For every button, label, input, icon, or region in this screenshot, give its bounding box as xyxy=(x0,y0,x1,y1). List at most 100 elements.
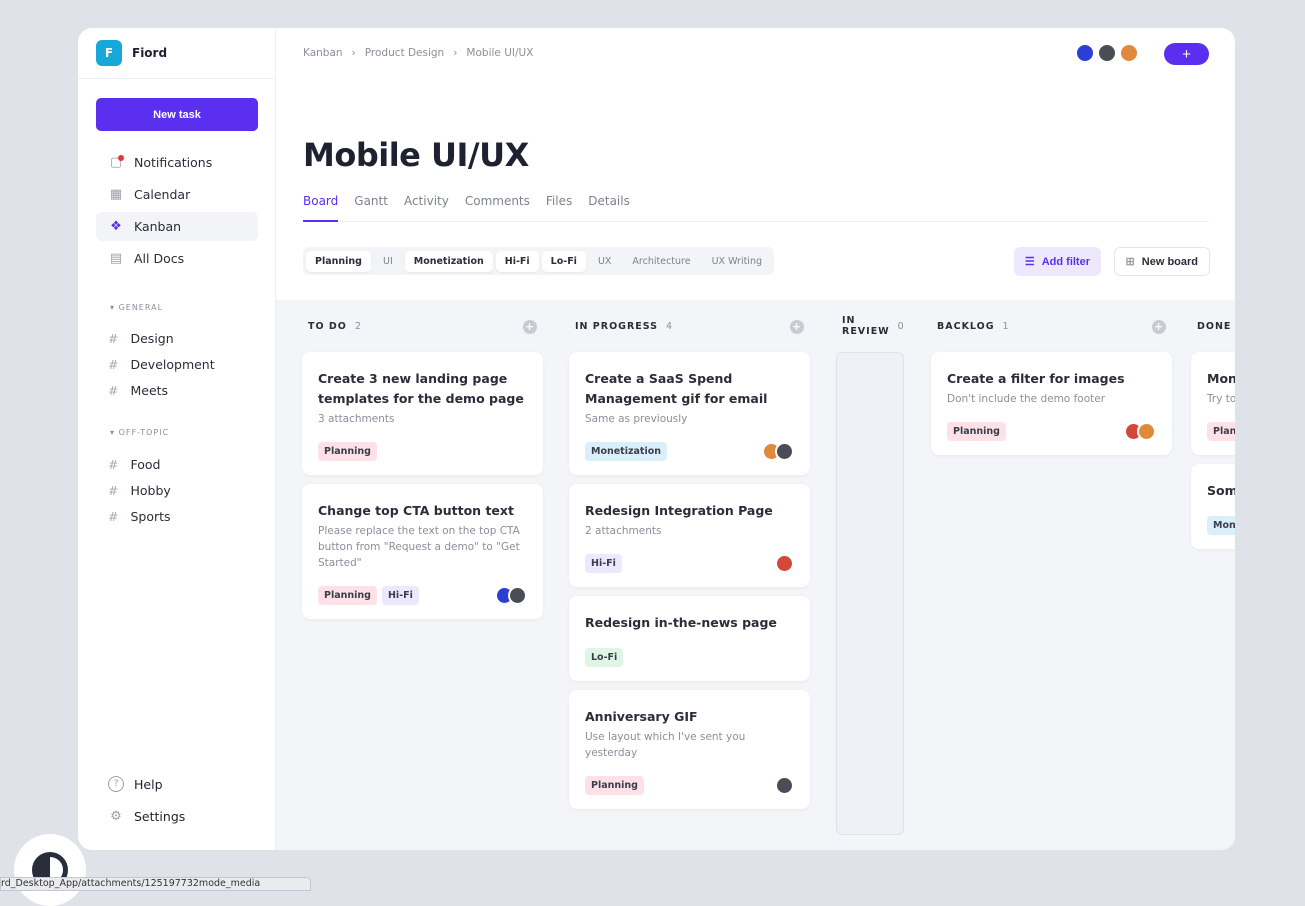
section-title: OFF-TOPIC xyxy=(118,428,170,437)
card-description: Don't include the demo footer xyxy=(947,393,1106,405)
filter-chip[interactable]: Hi-Fi xyxy=(495,250,539,272)
channel-label: Design xyxy=(130,331,174,346)
add-filter-label: Add filter xyxy=(1041,255,1090,268)
add-button[interactable]: + xyxy=(1164,43,1209,65)
task-card[interactable]: Som Monetization xyxy=(1191,464,1235,549)
tab-comments[interactable]: Comments xyxy=(465,194,530,222)
help-icon: ? xyxy=(108,776,124,792)
breadcrumb-item[interactable]: Product Design xyxy=(365,47,444,59)
add-card-icon[interactable]: + xyxy=(1152,320,1166,334)
filter-chip[interactable]: Lo-Fi xyxy=(541,250,586,272)
add-card-icon[interactable]: + xyxy=(790,320,804,334)
card-title: Anniversary GIF xyxy=(585,709,698,724)
task-card[interactable]: Redesign in-the-news page Lo-Fi xyxy=(569,596,810,681)
channel-development[interactable]: # Development xyxy=(108,357,215,372)
gear-icon: ⚙ xyxy=(110,808,122,824)
tag-planning: Planning xyxy=(585,775,644,795)
card-footer: Planning xyxy=(1207,421,1235,441)
card-footer: Planning xyxy=(947,421,1156,441)
member-avatars[interactable] xyxy=(1075,43,1139,63)
add-filter-button[interactable]: ☰ Add filter xyxy=(1013,247,1101,276)
new-task-button[interactable]: New task xyxy=(96,98,258,131)
filter-chip[interactable]: UX Writing xyxy=(703,251,771,272)
sidebar-item-all-docs[interactable]: ▤ All Docs xyxy=(96,244,258,273)
task-card[interactable]: Create 3 new landing page templates for … xyxy=(302,352,543,475)
settings-link[interactable]: ⚙ Settings xyxy=(108,808,185,824)
channel-hobby[interactable]: # Hobby xyxy=(108,483,171,498)
column-title: TO DO xyxy=(308,320,347,332)
sidebar-item-kanban[interactable]: ❖ Kanban xyxy=(96,212,258,241)
section-off-topic[interactable]: ▾ OFF-TOPIC xyxy=(110,428,169,437)
kanban-column: DONE Mon Try to befor Planning Som Monetizati… xyxy=(1191,300,1235,558)
tag-lo-fi: Lo-Fi xyxy=(585,647,624,667)
column-header: IN PROGRESS 4 + xyxy=(569,300,810,352)
card-footer: Planning xyxy=(318,441,527,461)
settings-label: Settings xyxy=(134,808,186,824)
tag-planning: Planning xyxy=(947,421,1006,441)
card-footer: Monetization xyxy=(1207,515,1235,535)
app-name: Fiord xyxy=(132,46,168,60)
kanban-column: BACKLOG 1 + Create a filter for images Don't… xyxy=(931,300,1172,464)
tab-board[interactable]: Board xyxy=(303,194,339,222)
task-card[interactable]: Change top CTA button text Please replace… xyxy=(302,484,543,619)
sidebar-item-calendar[interactable]: ▦ Calendar xyxy=(96,180,258,209)
channel-design[interactable]: # Design xyxy=(108,331,174,346)
empty-column-dropzone xyxy=(836,352,904,835)
card-title: Mon xyxy=(1207,371,1235,386)
avatar[interactable] xyxy=(1097,43,1117,63)
card-assignees xyxy=(775,775,794,795)
sidebar: F Fiord New task ▢ Notifications ▦ Calenda… xyxy=(78,28,276,850)
add-card-icon[interactable]: + xyxy=(523,320,537,334)
avatar xyxy=(508,585,527,605)
sliders-icon: ☰ xyxy=(1024,256,1035,268)
new-board-button[interactable]: ⊞ New board xyxy=(1113,247,1210,276)
card-description: 3 attachments xyxy=(318,413,395,425)
tag-monetization: Monetization xyxy=(1207,515,1235,535)
task-card[interactable]: Create a SaaS Spend Management gif for e… xyxy=(569,352,810,475)
sidebar-item-notifications[interactable]: ▢ Notifications xyxy=(96,148,258,177)
card-footer: Planning xyxy=(585,775,794,795)
card-footer: Lo-Fi xyxy=(585,647,794,667)
sidebar-nav: ▢ Notifications ▦ Calendar ❖ Kanban ▤ All Do… xyxy=(96,148,258,276)
avatar[interactable] xyxy=(1075,43,1095,63)
column-header: DONE xyxy=(1191,300,1235,352)
filter-chip[interactable]: UX xyxy=(589,251,620,272)
channel-food[interactable]: # Food xyxy=(108,457,160,472)
breadcrumb: Kanban › Product Design › Mobile UI/UX xyxy=(303,47,533,59)
sidebar-item-label: Notifications xyxy=(134,155,213,170)
filter-chip[interactable]: UI xyxy=(374,251,402,272)
breadcrumb-item[interactable]: Kanban xyxy=(303,47,343,59)
tab-details[interactable]: Details xyxy=(588,194,630,222)
calendar-icon: ▦ xyxy=(109,187,123,202)
channel-sports[interactable]: # Sports xyxy=(108,509,171,524)
column-title: IN PROGRESS xyxy=(575,320,659,332)
tab-files[interactable]: Files xyxy=(546,194,572,222)
avatar xyxy=(775,441,794,461)
card-assignees xyxy=(1124,421,1156,441)
filter-chip[interactable]: Monetization xyxy=(404,250,493,272)
filter-chip[interactable]: Architecture xyxy=(623,251,699,272)
column-header: TO DO 2 + xyxy=(302,300,543,352)
tag-hi-fi: Hi-Fi xyxy=(585,553,622,573)
card-description: Try to befor xyxy=(1207,393,1235,405)
task-card[interactable]: Redesign Integration Page 2 attachments Hi… xyxy=(569,484,810,587)
section-general[interactable]: ▾ GENERAL xyxy=(110,303,163,312)
task-card[interactable]: Create a filter for images Don't include … xyxy=(931,352,1172,455)
help-link[interactable]: ? Help xyxy=(108,776,163,792)
task-card[interactable]: Mon Try to befor Planning xyxy=(1191,352,1235,455)
tab-activity[interactable]: Activity xyxy=(404,194,449,222)
theme-toggle-button[interactable] xyxy=(14,834,86,906)
avatar xyxy=(1137,421,1156,441)
card-title: Som xyxy=(1207,483,1235,498)
card-description: Please replace the text on the top CTA b… xyxy=(318,525,520,569)
task-card[interactable]: Anniversary GIF Use layout which I've sen… xyxy=(569,690,810,809)
tab-gantt[interactable]: Gantt xyxy=(354,194,388,222)
hash-icon: # xyxy=(108,383,119,398)
column-title: DONE xyxy=(1197,320,1232,332)
avatar[interactable] xyxy=(1119,43,1139,63)
hash-icon: # xyxy=(108,457,119,472)
card-description: Use layout which I've sent you yesterday xyxy=(585,731,746,759)
filter-chip[interactable]: Planning xyxy=(306,250,371,272)
channel-meets[interactable]: # Meets xyxy=(108,383,168,398)
tag-monetization: Monetization xyxy=(585,441,668,461)
